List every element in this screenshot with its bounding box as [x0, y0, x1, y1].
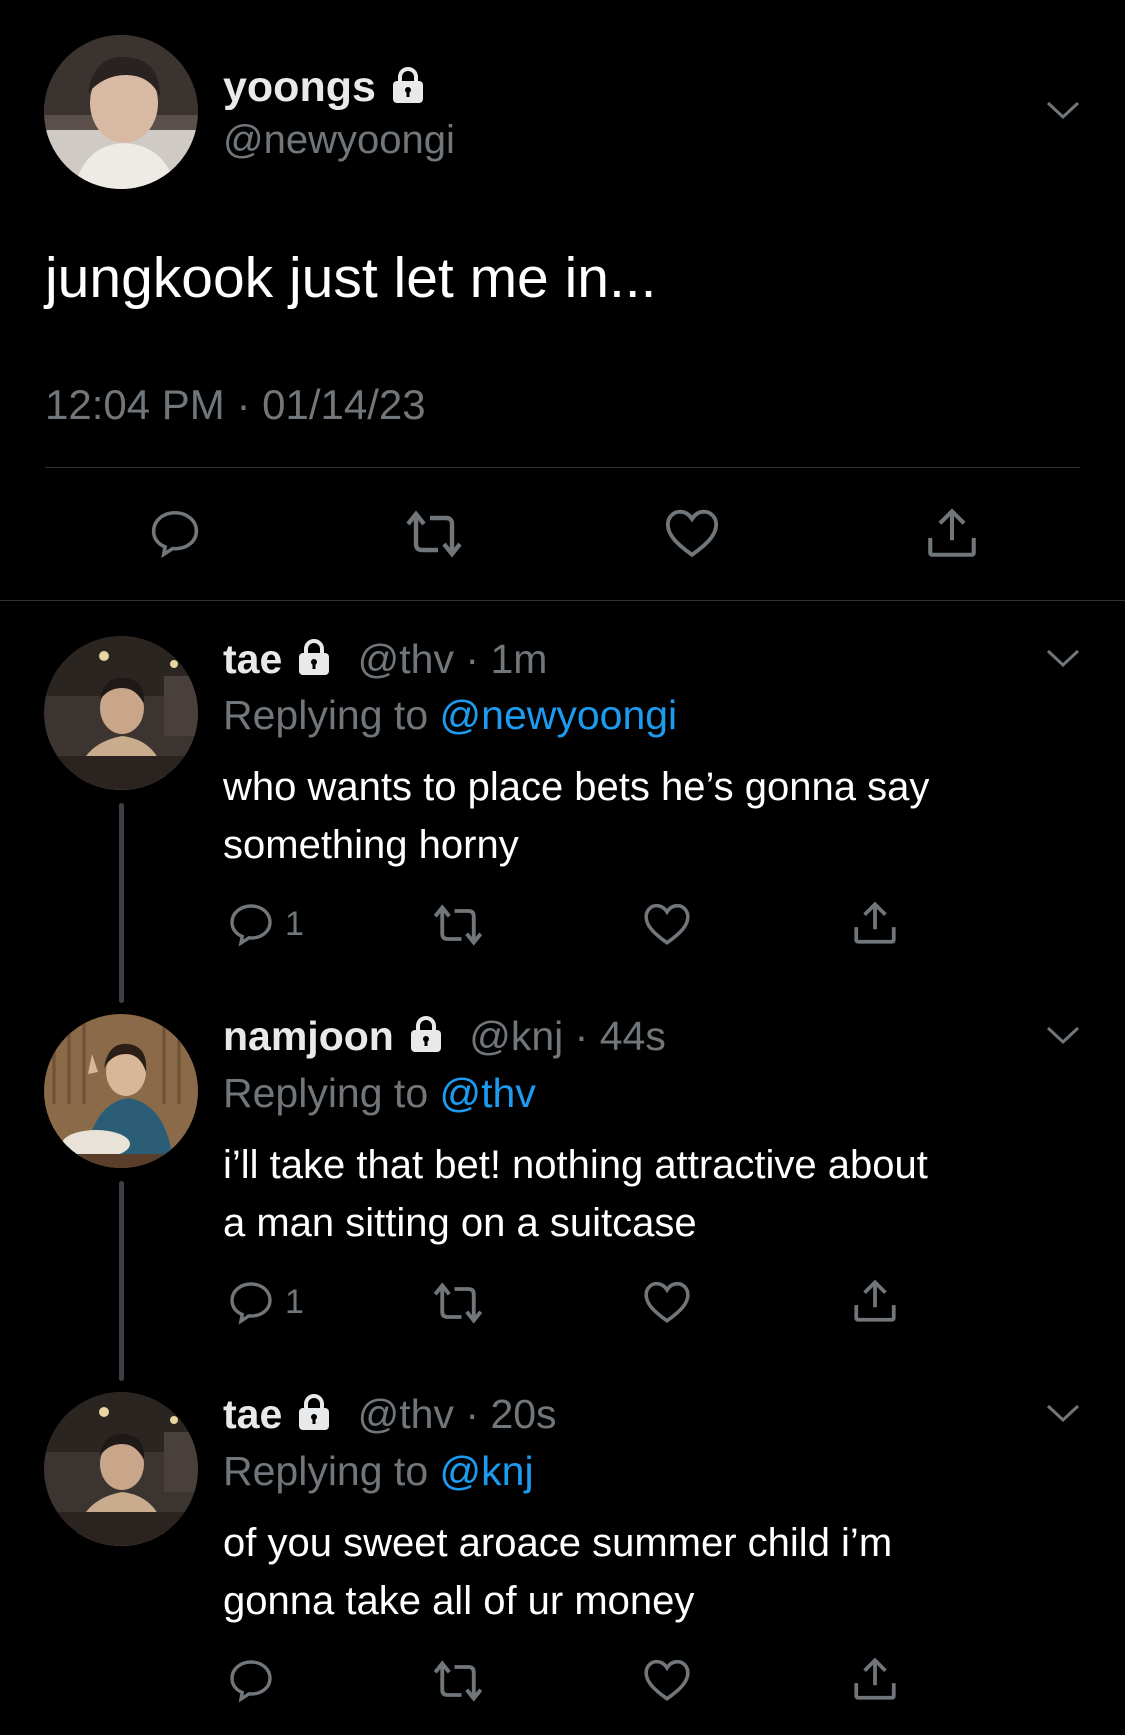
separator: · — [563, 1013, 600, 1059]
reply-header: tae @thv · 20s — [223, 1389, 557, 1439]
reply-text-line: something horny — [223, 823, 519, 867]
like-button[interactable] — [642, 900, 692, 948]
replying-to-label: Replying to — [223, 692, 440, 738]
share-icon — [850, 1654, 900, 1704]
reply-header: tae @thv · 1m — [223, 634, 547, 684]
lock-icon — [294, 637, 334, 677]
thread-line — [119, 1181, 124, 1381]
reply-time[interactable]: 1m — [490, 636, 547, 682]
share-icon — [850, 898, 900, 948]
like-icon — [642, 900, 692, 948]
share-button[interactable] — [922, 504, 982, 562]
reply-count: 1 — [285, 904, 304, 943]
main-display-name[interactable]: yoongs — [223, 62, 428, 112]
thread-line — [119, 803, 124, 1003]
reply-count: 1 — [285, 1282, 304, 1321]
like-button[interactable] — [642, 1656, 692, 1704]
reply-text: of you sweet aroace summer child i’m gon… — [223, 1514, 1083, 1630]
reply-icon — [227, 1656, 275, 1704]
reply-text-line: who wants to place bets he’s gonna say — [223, 765, 930, 809]
share-button[interactable] — [850, 1654, 900, 1704]
reply-icon — [227, 900, 275, 948]
retweet-icon — [430, 1280, 486, 1326]
avatar[interactable] — [44, 1014, 198, 1168]
lock-icon — [294, 1392, 334, 1432]
share-icon — [922, 504, 982, 562]
lock-icon — [406, 1014, 446, 1054]
separator: · — [454, 636, 491, 682]
divider — [0, 600, 1125, 601]
avatar[interactable] — [44, 636, 198, 790]
retweet-button[interactable] — [402, 508, 466, 560]
reply-button[interactable] — [148, 506, 202, 560]
retweet-icon — [402, 508, 466, 560]
main-timestamp[interactable]: 12:04 PM · 01/14/23 — [45, 380, 426, 430]
reply-handle[interactable]: @thv — [358, 636, 454, 682]
chevron-down-icon[interactable] — [1045, 1401, 1081, 1425]
chevron-down-icon[interactable] — [1045, 1023, 1081, 1047]
reply-icon — [227, 1278, 275, 1326]
lock-icon — [388, 65, 428, 105]
reply-button[interactable] — [227, 1656, 285, 1704]
share-button[interactable] — [850, 1276, 900, 1326]
share-icon — [850, 1276, 900, 1326]
replying-to: Replying to @knj — [223, 1446, 534, 1496]
main-tweet-text: jungkook just let me in... — [45, 246, 657, 310]
reply-text-line: i’ll take that bet! nothing attractive a… — [223, 1143, 928, 1187]
reply-text-line: gonna take all of ur money — [223, 1579, 695, 1623]
retweet-icon — [430, 902, 486, 948]
like-icon — [642, 1278, 692, 1326]
main-handle[interactable]: @newyoongi — [223, 115, 455, 165]
retweet-button[interactable] — [430, 902, 486, 948]
replying-to: Replying to @thv — [223, 1068, 536, 1118]
like-icon — [663, 506, 721, 560]
reply-time[interactable]: 44s — [600, 1013, 666, 1059]
like-icon — [642, 1656, 692, 1704]
replying-to-link[interactable]: @newyoongi — [440, 692, 678, 738]
reply-handle[interactable]: @knj — [469, 1013, 563, 1059]
reply-time[interactable]: 20s — [490, 1391, 556, 1437]
like-button[interactable] — [642, 1278, 692, 1326]
replying-to: Replying to @newyoongi — [223, 690, 677, 740]
divider — [45, 467, 1080, 468]
retweet-button[interactable] — [430, 1280, 486, 1326]
replying-to-link[interactable]: @thv — [440, 1070, 536, 1116]
like-button[interactable] — [663, 506, 721, 560]
reply-header: namjoon @knj · 44s — [223, 1011, 666, 1061]
reply-handle[interactable]: @thv — [358, 1391, 454, 1437]
retweet-icon — [430, 1658, 486, 1704]
share-button[interactable] — [850, 898, 900, 948]
main-name-text[interactable]: yoongs — [223, 63, 376, 111]
reply-text: who wants to place bets he’s gonna say s… — [223, 758, 1083, 874]
main-avatar[interactable] — [44, 35, 198, 189]
avatar[interactable] — [44, 1392, 198, 1546]
retweet-button[interactable] — [430, 1658, 486, 1704]
reply-button[interactable]: 1 — [227, 900, 304, 948]
reply-text: i’ll take that bet! nothing attractive a… — [223, 1136, 1083, 1252]
separator: · — [454, 1391, 491, 1437]
reply-button[interactable]: 1 — [227, 1278, 304, 1326]
replying-to-label: Replying to — [223, 1448, 440, 1494]
reply-display-name[interactable]: tae — [223, 1391, 282, 1437]
reply-display-name[interactable]: namjoon — [223, 1013, 394, 1059]
reply-display-name[interactable]: tae — [223, 636, 282, 682]
reply-text-line: a man sitting on a suitcase — [223, 1201, 697, 1245]
reply-icon — [148, 506, 202, 560]
reply-text-line: of you sweet aroace summer child i’m — [223, 1521, 893, 1565]
chevron-down-icon[interactable] — [1045, 646, 1081, 670]
replying-to-link[interactable]: @knj — [440, 1448, 534, 1494]
replying-to-label: Replying to — [223, 1070, 440, 1116]
chevron-down-icon[interactable] — [1045, 98, 1081, 122]
